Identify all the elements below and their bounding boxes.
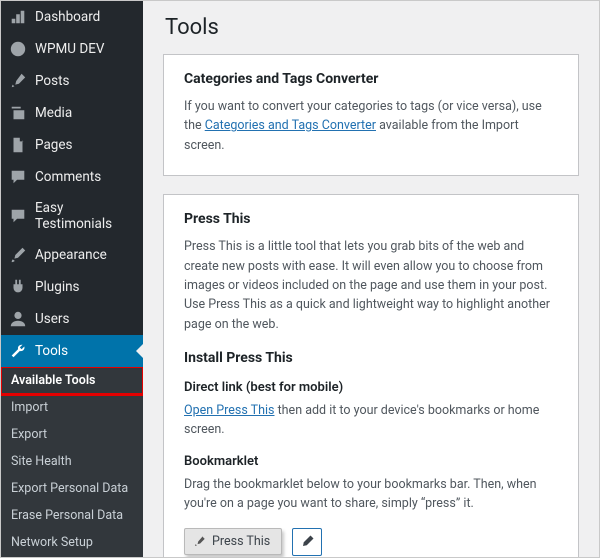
sidebar-item-appearance[interactable]: Appearance	[1, 239, 143, 271]
submenu-import[interactable]: Import	[1, 394, 143, 421]
bookmarklet-label: Press This	[212, 534, 270, 549]
card-press-this: Press This Press This is a little tool t…	[163, 194, 579, 557]
sidebar-item-wpmu-dev[interactable]: WPMU DEV	[1, 33, 143, 65]
sidebar-item-media[interactable]: Media	[1, 97, 143, 129]
comment-icon	[9, 168, 27, 186]
wpmu-icon	[9, 40, 27, 58]
direct-link-body: Open Press This then add it to your devi…	[184, 401, 558, 440]
sidebar-item-users[interactable]: Users	[1, 303, 143, 335]
comment-icon	[9, 207, 27, 225]
submenu-export-personal-data[interactable]: Export Personal Data	[1, 475, 143, 502]
bookmarklet-row: Press This	[184, 528, 558, 556]
card-body: If you want to convert your categories t…	[184, 97, 558, 155]
bookmarklet-description: Drag the bookmarklet below to your bookm…	[184, 475, 558, 514]
open-press-this-link[interactable]: Open Press This	[184, 403, 274, 418]
pin-icon	[193, 535, 206, 548]
page-title: Tools	[165, 15, 579, 40]
submenu-scheduled-actions[interactable]: Scheduled Actions	[1, 556, 143, 557]
submenu-export[interactable]: Export	[1, 421, 143, 448]
submenu-network-setup[interactable]: Network Setup	[1, 529, 143, 556]
sidebar-item-label: Dashboard	[35, 9, 100, 25]
press-this-bookmarklet[interactable]: Press This	[184, 528, 282, 555]
press-this-description: Press This is a little tool that lets yo…	[184, 237, 558, 334]
sidebar-item-posts[interactable]: Posts	[1, 65, 143, 97]
card-heading: Press This	[184, 211, 558, 227]
card-heading: Categories and Tags Converter	[184, 71, 558, 87]
submenu-erase-personal-data[interactable]: Erase Personal Data	[1, 502, 143, 529]
sidebar-item-label: Posts	[35, 73, 69, 89]
pin-icon	[9, 72, 27, 90]
sidebar-item-label: Comments	[35, 169, 101, 185]
admin-sidebar: Dashboard WPMU DEV Posts Media Pages Com…	[1, 1, 143, 557]
sidebar-item-plugins[interactable]: Plugins	[1, 271, 143, 303]
sidebar-item-label: Users	[35, 311, 69, 327]
tools-submenu: Available Tools Import Export Site Healt…	[1, 367, 143, 557]
sidebar-item-label: Appearance	[35, 247, 107, 263]
sidebar-item-dashboard[interactable]: Dashboard	[1, 1, 143, 33]
sidebar-item-comments[interactable]: Comments	[1, 161, 143, 193]
sidebar-item-easy-testimonials[interactable]: Easy Testimonials	[1, 193, 143, 239]
pencil-icon	[300, 534, 315, 549]
submenu-available-tools[interactable]: Available Tools	[1, 367, 143, 394]
page-icon	[9, 136, 27, 154]
wrench-icon	[9, 342, 27, 360]
bookmarklet-heading: Bookmarklet	[184, 454, 558, 469]
direct-link-heading: Direct link (best for mobile)	[184, 380, 558, 395]
sidebar-item-label: Easy Testimonials	[35, 200, 135, 232]
main-content: Tools Categories and Tags Converter If y…	[143, 1, 599, 557]
sidebar-item-label: Plugins	[35, 279, 80, 295]
install-press-this-heading: Install Press This	[184, 350, 558, 366]
categories-tags-converter-link[interactable]: Categories and Tags Converter	[205, 118, 376, 133]
user-icon	[9, 310, 27, 328]
sidebar-item-pages[interactable]: Pages	[1, 129, 143, 161]
submenu-site-health[interactable]: Site Health	[1, 448, 143, 475]
dashboard-icon	[9, 8, 27, 26]
media-icon	[9, 104, 27, 122]
plug-icon	[9, 278, 27, 296]
sidebar-item-tools[interactable]: Tools	[1, 335, 143, 367]
sidebar-item-label: WPMU DEV	[35, 41, 105, 57]
brush-icon	[9, 246, 27, 264]
sidebar-item-label: Pages	[35, 137, 73, 153]
sidebar-item-label: Media	[35, 105, 72, 121]
card-categories-tags-converter: Categories and Tags Converter If you wan…	[163, 54, 579, 176]
sidebar-item-label: Tools	[35, 343, 68, 359]
press-this-code-button[interactable]	[292, 528, 322, 556]
